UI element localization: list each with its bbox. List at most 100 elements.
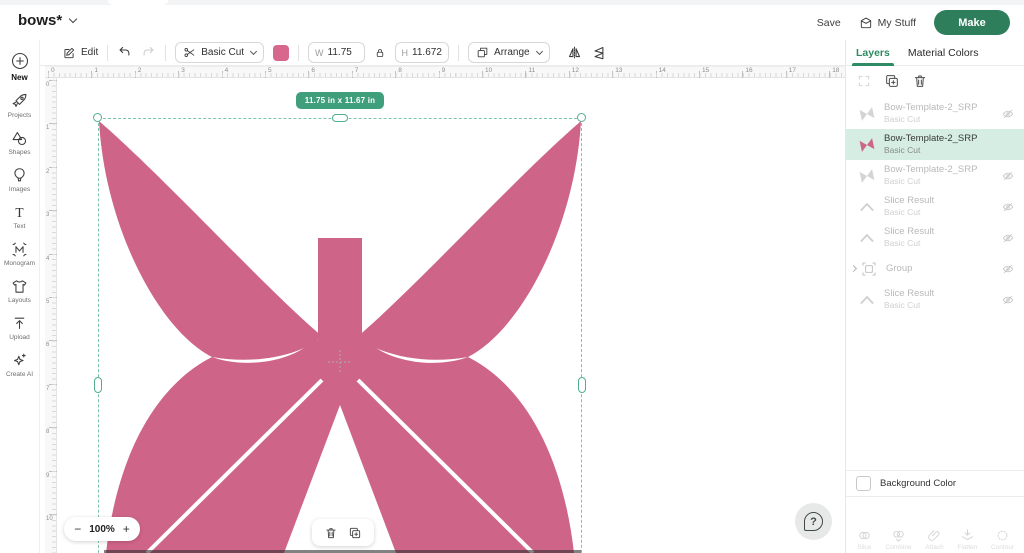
- panel-action-attach[interactable]: Attach: [925, 528, 943, 553]
- resize-handle-top-center[interactable]: [332, 114, 348, 122]
- tab-material-colors[interactable]: Material Colors: [906, 40, 981, 66]
- sidebar-item-text[interactable]: Text: [0, 199, 40, 236]
- visibility-toggle-icon[interactable]: [1001, 231, 1015, 245]
- divider: [107, 45, 108, 61]
- left-sidebar: New Projects Shapes Images Text Monogram…: [0, 40, 40, 553]
- layer-text: Group: [886, 263, 1001, 275]
- undo-button[interactable]: [117, 45, 132, 60]
- divider: [298, 45, 299, 61]
- question-icon: ?: [804, 512, 823, 531]
- layer-row[interactable]: Group: [846, 253, 1024, 284]
- color-swatch[interactable]: [273, 45, 289, 61]
- width-input[interactable]: [328, 47, 358, 58]
- background-color-row: Background Color: [846, 470, 1024, 497]
- flip-horizontal-button[interactable]: [567, 45, 582, 60]
- sidebar-item-label: Text: [14, 223, 26, 230]
- layer-row[interactable]: Slice Result Basic Cut: [846, 284, 1024, 315]
- my-stuff-label: My Stuff: [878, 17, 916, 29]
- mailbox-icon: [859, 16, 873, 30]
- delete-layer-button[interactable]: [912, 73, 928, 89]
- make-button[interactable]: Make: [934, 10, 1010, 35]
- save-button[interactable]: Save: [817, 17, 841, 29]
- layer-thumbnail-icon: [860, 260, 878, 278]
- layer-text: Slice Result Basic Cut: [884, 195, 1001, 218]
- layer-thumbnail-icon: [858, 291, 876, 309]
- layer-row[interactable]: Slice Result Basic Cut: [846, 222, 1024, 253]
- sidebar-item-icon: [11, 167, 28, 184]
- layer-title: Bow-Template-2_SRP: [884, 133, 1001, 145]
- sidebar-item-icon: [11, 278, 28, 295]
- arrange-label: Arrange: [494, 47, 530, 58]
- resize-handle-top-left[interactable]: [93, 113, 102, 122]
- layer-row[interactable]: Bow-Template-2_SRP Basic Cut: [846, 129, 1024, 160]
- arrange-dropdown[interactable]: Arrange: [468, 42, 550, 63]
- sidebar-item-new[interactable]: New: [0, 46, 40, 88]
- duplicate-object-button[interactable]: [348, 526, 362, 540]
- sidebar-item-images[interactable]: Images: [0, 162, 40, 199]
- panel-tabs: Layers Material Colors: [846, 40, 1024, 66]
- flip-slant-button[interactable]: [591, 45, 606, 60]
- duplicate-layer-button[interactable]: [884, 73, 900, 89]
- panel-action-icon: [857, 528, 872, 543]
- sidebar-item-upload[interactable]: Upload: [0, 310, 40, 347]
- resize-handle-top-right[interactable]: [577, 113, 586, 122]
- sidebar-item-projects[interactable]: Projects: [0, 88, 40, 125]
- redo-button[interactable]: [141, 45, 156, 60]
- panel-action-flatten[interactable]: Flatten: [957, 528, 977, 553]
- my-stuff-button[interactable]: My Stuff: [859, 16, 916, 30]
- panel-action-label: Flatten: [957, 544, 977, 551]
- lock-icon[interactable]: [374, 47, 386, 59]
- sidebar-item-icon: [11, 315, 28, 332]
- sidebar-item-layouts[interactable]: Layouts: [0, 273, 40, 310]
- bow-shape[interactable]: [57, 78, 845, 553]
- layer-row[interactable]: Bow-Template-2_SRP Basic Cut: [846, 160, 1024, 191]
- panel-action-label: Slice: [857, 544, 871, 551]
- edit-button[interactable]: Edit: [62, 46, 98, 60]
- select-all-button[interactable]: [856, 73, 872, 89]
- sidebar-item-shapes[interactable]: Shapes: [0, 125, 40, 162]
- right-panel: Layers Material Colors Bow-Template-2_SR…: [845, 40, 1024, 553]
- resize-handle-middle-left[interactable]: [94, 377, 102, 393]
- visibility-toggle-icon[interactable]: [1001, 107, 1015, 121]
- background-color-swatch[interactable]: [856, 476, 871, 491]
- visibility-toggle-icon[interactable]: [1001, 200, 1015, 214]
- sidebar-item-label: Projects: [8, 112, 31, 119]
- panel-action-contour[interactable]: Contour: [991, 528, 1014, 553]
- panel-action-icon: [891, 528, 906, 543]
- height-field[interactable]: H: [395, 42, 450, 63]
- visibility-toggle-icon[interactable]: [1001, 262, 1015, 276]
- pencil-square-icon: [62, 46, 76, 60]
- height-input[interactable]: [412, 47, 442, 58]
- resize-handle-middle-right[interactable]: [578, 377, 586, 393]
- zoom-in-button[interactable]: +: [123, 523, 130, 535]
- layer-title: Slice Result: [884, 288, 1001, 300]
- visibility-toggle-icon[interactable]: [1001, 169, 1015, 183]
- background-color-label: Background Color: [880, 478, 956, 489]
- sidebar-item-monogram[interactable]: Monogram: [0, 236, 40, 273]
- delete-object-button[interactable]: [324, 526, 338, 540]
- layers-toolbar: [846, 66, 1024, 96]
- sidebar-item-create-ai[interactable]: Create AI: [0, 347, 40, 384]
- width-label: W: [315, 48, 324, 58]
- project-title-menu[interactable]: bows*: [18, 12, 76, 29]
- layer-title: Bow-Template-2_SRP: [884, 164, 1001, 176]
- width-field[interactable]: W: [308, 42, 365, 63]
- design-canvas[interactable]: 11.75 in x 11.67 in − 100% + ?: [57, 78, 845, 553]
- layer-row[interactable]: Slice Result Basic Cut: [846, 191, 1024, 222]
- layer-thumbnail-icon: [858, 198, 876, 216]
- help-button[interactable]: ?: [795, 503, 832, 540]
- sidebar-item-icon: [11, 204, 28, 221]
- layer-row[interactable]: Bow-Template-2_SRP Basic Cut: [846, 98, 1024, 129]
- layer-text: Slice Result Basic Cut: [884, 226, 1001, 249]
- linetype-dropdown[interactable]: Basic Cut: [175, 42, 264, 63]
- sidebar-item-label: Create AI: [6, 371, 33, 378]
- panel-action-slice[interactable]: Slice: [857, 528, 872, 553]
- visibility-toggle-icon[interactable]: [1001, 293, 1015, 307]
- layer-linetype: Basic Cut: [884, 145, 1001, 156]
- layer-thumbnail-icon: [858, 167, 876, 185]
- panel-action-combine[interactable]: Combine: [886, 528, 912, 553]
- panel-action-label: Combine: [886, 544, 912, 551]
- tab-layers[interactable]: Layers: [854, 40, 892, 66]
- zoom-out-button[interactable]: −: [74, 523, 81, 535]
- layer-linetype: Basic Cut: [884, 207, 1001, 218]
